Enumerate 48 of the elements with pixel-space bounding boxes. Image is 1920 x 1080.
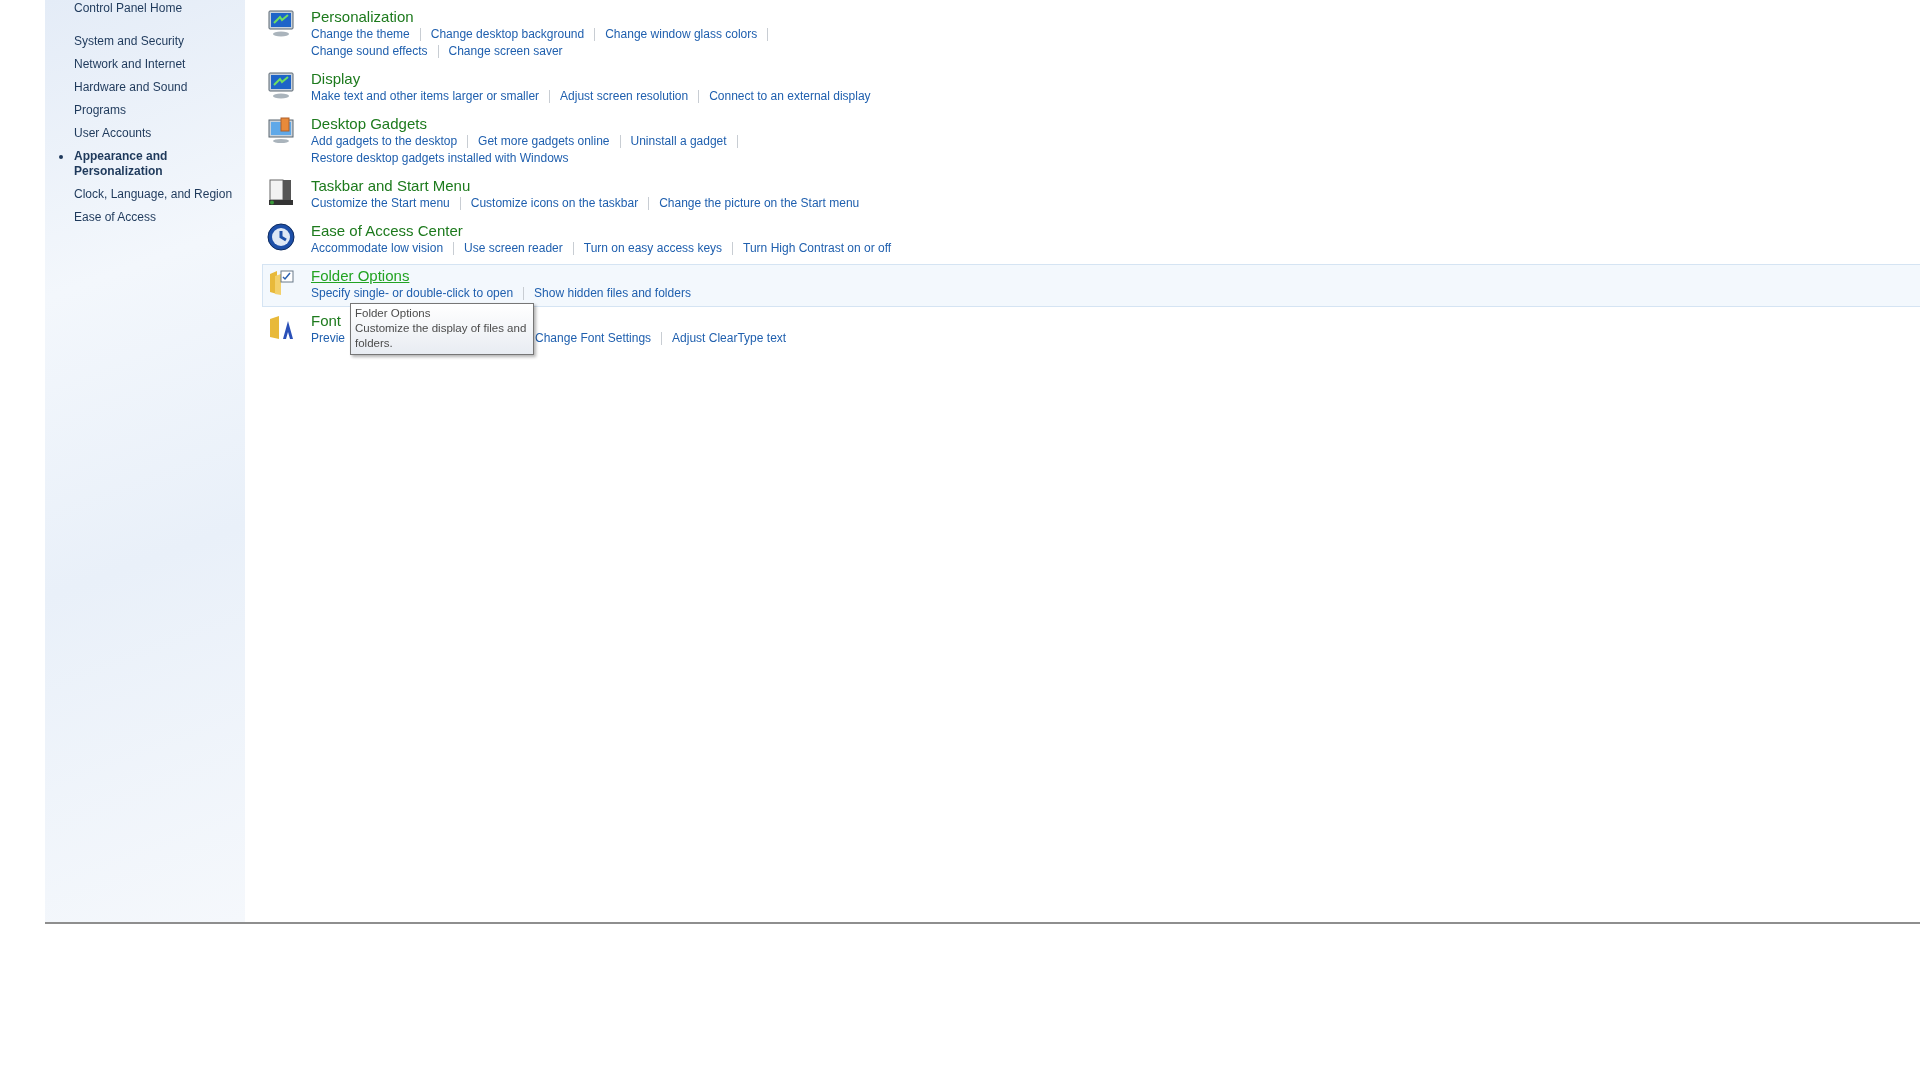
sidebar-link[interactable]: Ease of Access	[74, 210, 157, 225]
gadget-monitor-icon	[267, 116, 295, 144]
task-link[interactable]: Change Font Settings	[535, 330, 652, 347]
task-link[interactable]: Uninstall a gadget	[630, 133, 727, 150]
task-link[interactable]: Connect to an external display	[709, 88, 871, 105]
task-link[interactable]: Adjust ClearType text	[672, 330, 787, 347]
tooltip-text: Customize the display of files and folders.	[355, 321, 528, 351]
task-link[interactable]: Change desktop background	[430, 26, 585, 43]
sidebar-link[interactable]: Network and Internet	[74, 57, 186, 72]
monitor-icon	[267, 9, 295, 37]
sidebar-link[interactable]: Clock, Language, and Region	[74, 187, 233, 202]
task-link[interactable]: Previe	[311, 330, 345, 347]
category-title-link[interactable]: Taskbar and Start Menu	[311, 176, 471, 195]
category-row[interactable]: Folder Options Specify single- or double-click to open Show hidden files and folders	[262, 264, 1920, 307]
task-link[interactable]: Get more gadgets online	[478, 133, 610, 150]
task-link[interactable]: Use screen reader	[464, 240, 563, 257]
task-link[interactable]: Turn High Contrast on or off	[743, 240, 892, 257]
task-link[interactable]: Turn on easy access keys	[583, 240, 723, 257]
category-title-link[interactable]: Personalization	[311, 7, 414, 26]
task-link[interactable]: Change sound effects	[311, 43, 428, 60]
task-link[interactable]: Customize the Start menu	[311, 195, 450, 212]
font-folder-icon	[267, 313, 295, 341]
sidebar-link[interactable]: Appearance and Personalization	[58, 149, 234, 179]
sidebar-link[interactable]: System and Security	[74, 34, 185, 49]
category-title-link[interactable]: Ease of Access Center	[311, 221, 463, 240]
taskbar-icon	[267, 178, 295, 206]
task-link[interactable]: Change screen saver	[448, 43, 563, 60]
category-title-link[interactable]: Font	[311, 311, 341, 330]
task-link[interactable]: Add gadgets to the desktop	[311, 133, 458, 150]
task-link[interactable]: Adjust screen resolution	[560, 88, 689, 105]
tooltip-title: Folder Options	[355, 306, 432, 321]
task-link[interactable]: Make text and other items larger or smaller	[311, 88, 540, 105]
category-title-link[interactable]: Desktop Gadgets	[311, 114, 427, 133]
sidebar-link[interactable]: Programs	[74, 103, 126, 118]
monitor-icon	[267, 71, 295, 99]
folder-icon	[267, 268, 295, 296]
task-link[interactable]: Restore desktop gadgets installed with Windows	[311, 150, 569, 167]
home-link[interactable]: Control Panel Home	[74, 1, 245, 16]
task-link[interactable]: Specify single- or double-click to open	[311, 285, 514, 302]
task-link[interactable]: Change window glass colors	[605, 26, 758, 43]
task-link[interactable]: Change the picture on the Start menu	[659, 195, 860, 212]
category-title-link[interactable]: Display	[311, 69, 361, 88]
task-link[interactable]: Customize icons on the taskbar	[470, 195, 639, 212]
sidebar-link[interactable]: User Accounts	[74, 126, 152, 141]
task-link[interactable]: Accommodate low vision	[311, 240, 444, 257]
sidebar-link[interactable]: Hardware and Sound	[74, 80, 188, 95]
task-link[interactable]: Change the theme	[311, 26, 410, 43]
task-link[interactable]: Show hidden files and folders	[534, 285, 691, 302]
